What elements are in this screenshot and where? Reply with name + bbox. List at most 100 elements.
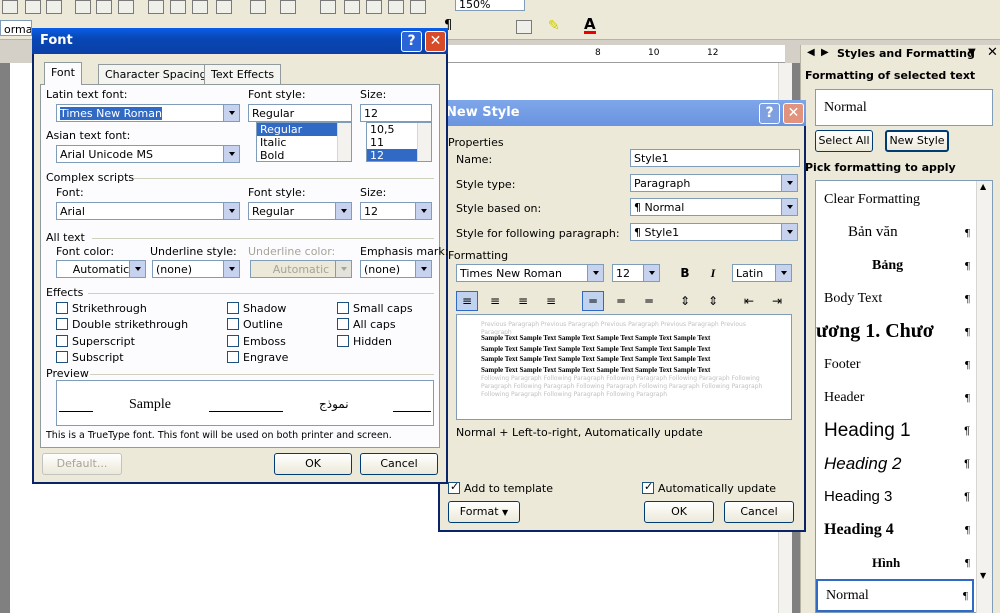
style-item-clear-formatting[interactable]: Clear Formatting xyxy=(816,183,974,216)
align-right-icon[interactable]: ≡ xyxy=(512,291,534,311)
cancel-button[interactable]: Cancel xyxy=(360,453,438,475)
one-half-spacing-icon[interactable]: ═ xyxy=(610,291,632,311)
cut-icon[interactable] xyxy=(148,0,164,14)
chevron-down-icon[interactable] xyxy=(781,199,797,215)
print-preview-icon[interactable] xyxy=(96,0,112,14)
close-icon[interactable]: ✕ xyxy=(783,103,804,124)
save-icon[interactable] xyxy=(46,0,62,14)
ns-ok-button[interactable]: OK xyxy=(644,501,714,523)
help-icon[interactable]: ? xyxy=(401,31,422,52)
double-spacing-icon[interactable]: ═ xyxy=(638,291,660,311)
chevron-down-icon[interactable] xyxy=(587,265,603,281)
ok-button[interactable]: OK xyxy=(274,453,352,475)
outline-checkbox[interactable] xyxy=(227,318,239,330)
forward-arrow-icon[interactable]: ▶ xyxy=(821,47,829,58)
hidden-checkbox[interactable] xyxy=(337,335,349,347)
increase-indent-icon[interactable]: ⇥ xyxy=(766,291,788,311)
selected-format-box[interactable]: Normal xyxy=(815,89,993,126)
help-icon[interactable]: ? xyxy=(759,103,780,124)
scroll-down-icon[interactable]: ▼ xyxy=(980,571,986,580)
new-icon[interactable] xyxy=(2,0,18,14)
back-arrow-icon[interactable]: ◀ xyxy=(807,47,815,58)
copy-icon[interactable] xyxy=(170,0,186,14)
complex-style-select[interactable]: Regular xyxy=(248,202,352,220)
chevron-down-icon[interactable] xyxy=(415,261,431,277)
style-item-footer[interactable]: Footer ¶ xyxy=(816,348,974,381)
engrave-checkbox[interactable] xyxy=(227,351,239,363)
chevron-down-icon[interactable] xyxy=(643,265,659,281)
subscript-checkbox[interactable] xyxy=(56,351,68,363)
tab-character-spacing[interactable]: Character Spacing xyxy=(98,64,214,84)
style-item-heading-2[interactable]: Heading 2 ¶ xyxy=(816,447,974,480)
complex-font-select[interactable]: Arial xyxy=(56,202,240,220)
zoom-box[interactable]: 150% xyxy=(455,0,525,11)
asian-font-select[interactable]: Arial Unicode MS xyxy=(56,145,240,163)
style-item-ban-van[interactable]: Bản văn ¶ xyxy=(816,216,974,249)
scroll-up-icon[interactable]: ▲ xyxy=(980,182,986,191)
select-all-button[interactable]: Select All xyxy=(815,130,873,152)
style-item-chuong[interactable]: ương 1. Chươ ¶ xyxy=(816,315,974,348)
chevron-down-icon[interactable] xyxy=(223,146,239,162)
latin-font-select[interactable]: Times New Roman xyxy=(56,104,240,122)
chevron-down-icon[interactable] xyxy=(129,261,145,277)
chevron-down-icon[interactable] xyxy=(223,203,239,219)
style-type-select[interactable]: Paragraph xyxy=(630,174,798,192)
based-on-select[interactable]: ¶ Normal xyxy=(630,198,798,216)
underline-style-select[interactable]: (none) xyxy=(152,260,240,278)
style-item-body-text[interactable]: Body Text ¶ xyxy=(816,282,974,315)
chevron-down-icon[interactable] xyxy=(335,203,351,219)
task-pane-title[interactable]: Styles and Formatting xyxy=(837,47,975,60)
style-item-heading-1[interactable]: Heading 1 ¶ xyxy=(816,414,974,447)
print-icon[interactable] xyxy=(75,0,91,14)
chevron-down-icon[interactable] xyxy=(223,261,239,277)
strikethrough-checkbox[interactable] xyxy=(56,302,68,314)
default-button[interactable]: Default... xyxy=(42,453,122,475)
style-item-hinh[interactable]: Hình ¶ xyxy=(816,546,974,579)
table-icon[interactable] xyxy=(344,0,360,14)
ns-cancel-button[interactable]: Cancel xyxy=(724,501,794,523)
style-item-header[interactable]: Header ¶ xyxy=(816,381,974,414)
new-style-titlebar[interactable]: New Style ? ✕ xyxy=(438,100,806,126)
small-caps-checkbox[interactable] xyxy=(337,302,349,314)
italic-button[interactable]: I xyxy=(702,263,724,283)
script-select[interactable]: Latin xyxy=(732,264,792,282)
close-icon[interactable]: ✕ xyxy=(987,45,998,60)
spelling-icon[interactable] xyxy=(118,0,134,14)
excel-icon[interactable] xyxy=(366,0,382,14)
font-style-input[interactable]: Regular xyxy=(248,104,352,122)
emboss-checkbox[interactable] xyxy=(227,335,239,347)
single-spacing-icon[interactable]: ═ xyxy=(582,291,604,311)
chevron-down-icon[interactable] xyxy=(781,224,797,240)
complex-size-select[interactable]: 12 xyxy=(360,202,432,220)
style-item-heading-3[interactable]: Heading 3 ¶ xyxy=(816,480,974,513)
auto-update-checkbox[interactable] xyxy=(642,480,654,494)
style-box[interactable]: ormal xyxy=(0,20,32,36)
style-item-heading-4[interactable]: Heading 4 ¶ xyxy=(816,513,974,546)
double-strikethrough-checkbox[interactable] xyxy=(56,318,68,330)
decrease-spacing-icon[interactable]: ⇕ xyxy=(702,291,724,311)
align-left-icon[interactable]: ≡ xyxy=(456,291,478,311)
chevron-down-icon[interactable] xyxy=(781,175,797,191)
following-select[interactable]: ¶ Style1 xyxy=(630,223,798,241)
hyperlink-icon[interactable] xyxy=(320,0,336,14)
increase-spacing-icon[interactable]: ⇕ xyxy=(674,291,696,311)
shadow-checkbox[interactable] xyxy=(227,302,239,314)
font-color-select[interactable]: Automatic xyxy=(56,260,146,278)
format-button[interactable]: Format ▼ xyxy=(448,501,520,523)
paste-icon[interactable] xyxy=(192,0,208,14)
size-list[interactable]: 10,5 11 12 xyxy=(366,122,432,162)
highlight-icon[interactable]: ✎ xyxy=(548,18,560,34)
superscript-checkbox[interactable] xyxy=(56,335,68,347)
font-color-icon[interactable]: A xyxy=(584,17,596,34)
style-name-input[interactable]: Style1 xyxy=(630,149,800,167)
ns-font-select[interactable]: Times New Roman xyxy=(456,264,604,282)
all-caps-checkbox[interactable] xyxy=(337,318,349,330)
chevron-down-icon[interactable]: ▼ xyxy=(968,47,976,58)
size-input[interactable]: 12 xyxy=(360,104,432,122)
open-icon[interactable] xyxy=(25,0,41,14)
emphasis-select[interactable]: (none) xyxy=(360,260,432,278)
font-titlebar[interactable]: Font ? ✕ xyxy=(32,28,448,54)
decrease-indent-icon[interactable]: ⇤ xyxy=(738,291,760,311)
close-icon[interactable]: ✕ xyxy=(425,31,446,52)
tab-text-effects[interactable]: Text Effects xyxy=(204,64,282,84)
